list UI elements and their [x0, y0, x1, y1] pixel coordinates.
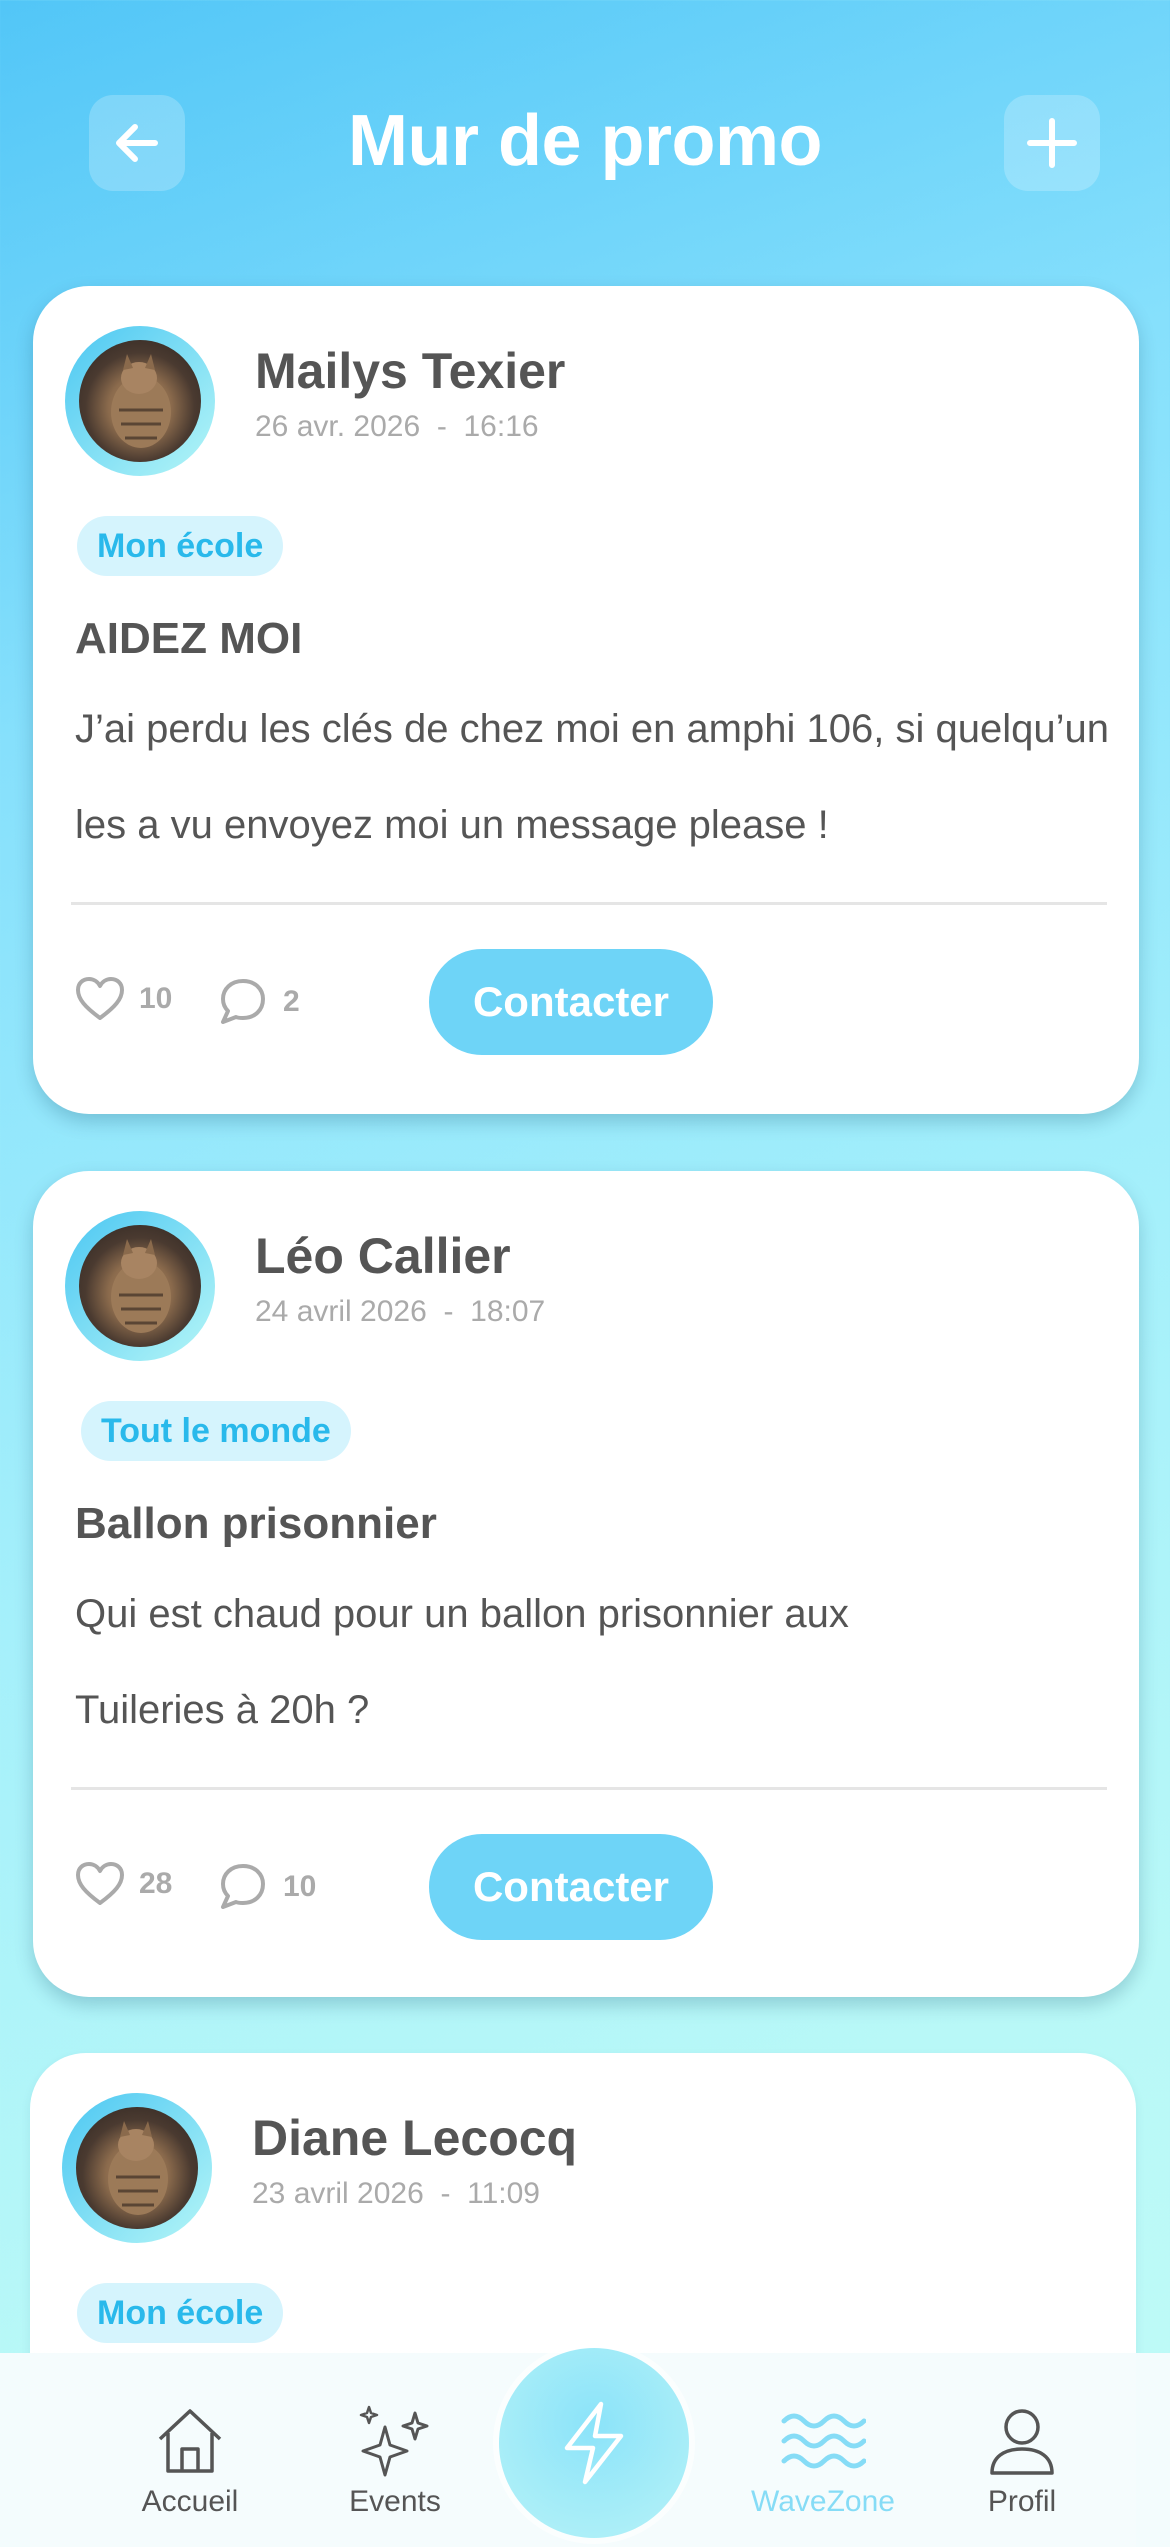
- date-text: 23 avril 2026: [252, 2177, 424, 2210]
- time-text: 11:09: [467, 2177, 540, 2210]
- sparkles-icon: [359, 2405, 429, 2477]
- avatar-photo: [79, 1225, 201, 1347]
- nav-item-profil[interactable]: Profil: [942, 2403, 1102, 2519]
- like-button[interactable]: 10: [75, 976, 172, 1022]
- nav-item-wavezone[interactable]: WaveZone: [743, 2403, 903, 2519]
- date-separator: -: [443, 1295, 454, 1328]
- avatar-photo: [76, 2107, 198, 2229]
- date-separator: -: [440, 2177, 451, 2210]
- author-name[interactable]: Léo Callier: [255, 1227, 511, 1285]
- lightning-icon: [564, 2401, 624, 2485]
- post-title: AIDEZ MOI: [75, 614, 303, 663]
- contact-button[interactable]: Contacter: [429, 1834, 713, 1940]
- comment-icon: [221, 1864, 265, 1909]
- page-title: Mur de promo: [348, 101, 823, 181]
- heart-icon: [76, 1862, 124, 1905]
- audience-tag: Mon école: [77, 2283, 284, 2343]
- like-count: 28: [139, 1867, 173, 1900]
- comment-button[interactable]: 2: [217, 976, 300, 1028]
- post-title: Ballon prisonnier: [75, 1499, 437, 1548]
- plus-icon: [1027, 118, 1077, 168]
- add-post-button[interactable]: [1004, 95, 1100, 191]
- post-body: J’ai perdu les clés de chez moi en amphi…: [75, 707, 1109, 847]
- date-text: 26 avr. 2026: [255, 410, 421, 443]
- like-button[interactable]: 28: [75, 1861, 172, 1907]
- post-card: Mailys Texier 26 avr. 2026 - 16:16 Mon é…: [33, 286, 1139, 1114]
- heart-icon: [76, 977, 124, 1020]
- date-text: 24 avril 2026: [255, 1295, 427, 1328]
- home-icon: [158, 2409, 222, 2473]
- post-date: 24 avril 2026 - 18:07: [255, 1295, 545, 1329]
- avatar[interactable]: [62, 2093, 212, 2243]
- author-name[interactable]: Mailys Texier: [255, 342, 565, 400]
- nav-label: Events: [349, 2485, 441, 2518]
- time-text: 16:16: [463, 410, 539, 443]
- author-name[interactable]: Diane Lecocq: [252, 2109, 577, 2167]
- post-card: Léo Callier 24 avril 2026 - 18:07 Tout l…: [33, 1171, 1139, 1997]
- like-count: 10: [139, 982, 173, 1015]
- date-separator: -: [436, 410, 447, 443]
- comment-icon: [221, 979, 265, 1024]
- nav-center-button[interactable]: [499, 2348, 689, 2538]
- nav-item-events[interactable]: Events: [315, 2403, 475, 2519]
- post-date: 26 avr. 2026 - 16:16: [255, 410, 539, 444]
- avatar[interactable]: [65, 326, 215, 476]
- audience-tag: Mon école: [77, 516, 284, 576]
- comment-button[interactable]: 10: [217, 1861, 316, 1913]
- nav-label: Profil: [987, 2485, 1057, 2518]
- nav-label: Accueil: [141, 2485, 239, 2518]
- nav-item-accueil[interactable]: Accueil: [110, 2403, 270, 2519]
- post-date: 23 avril 2026 - 11:09: [252, 2177, 540, 2211]
- divider: [71, 1787, 1107, 1790]
- user-icon: [990, 2409, 1054, 2475]
- nav-label: WaveZone: [751, 2485, 895, 2518]
- comment-count: 10: [283, 1870, 317, 1903]
- audience-tag: Tout le monde: [81, 1401, 351, 1461]
- header: Mur de promo: [0, 0, 1170, 280]
- contact-button[interactable]: Contacter: [429, 949, 713, 1055]
- comment-count: 2: [283, 985, 300, 1018]
- divider: [71, 902, 1107, 905]
- avatar[interactable]: [65, 1211, 215, 1361]
- post-body: Qui est chaud pour un ballon prisonnier …: [75, 1592, 849, 1732]
- time-text: 18:07: [470, 1295, 546, 1328]
- avatar-photo: [79, 340, 201, 462]
- waves-icon: [781, 2413, 866, 2469]
